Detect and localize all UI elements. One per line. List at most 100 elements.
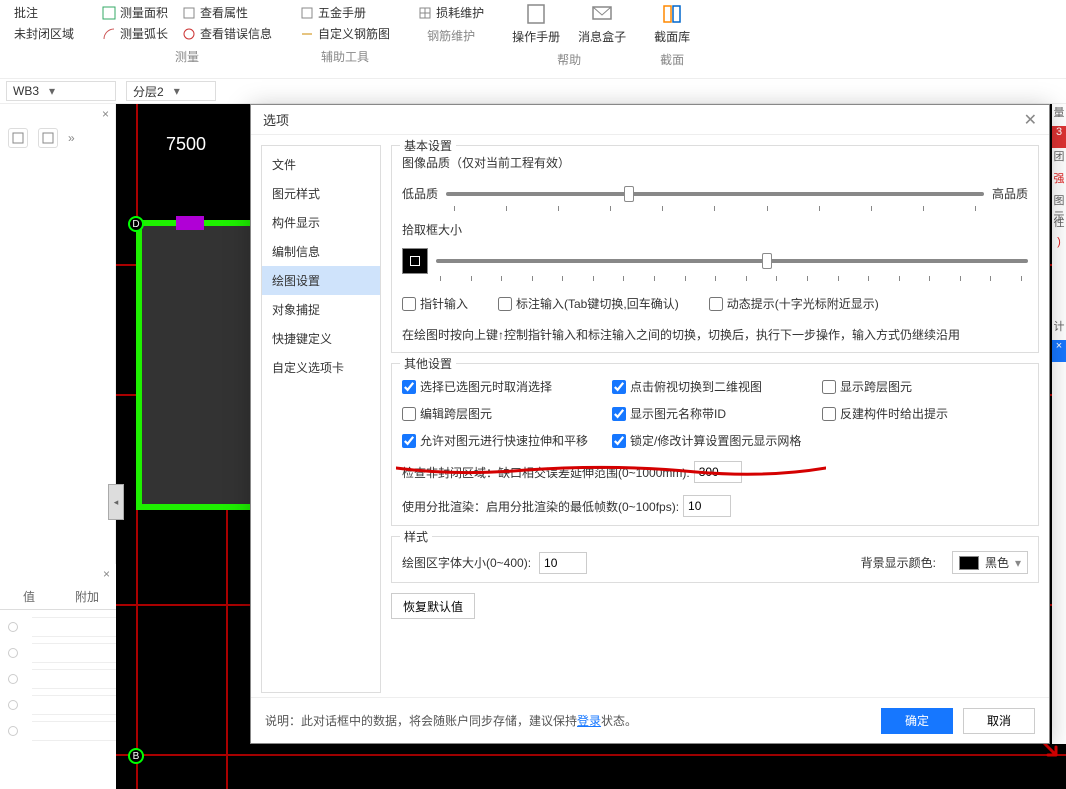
ribbon-annotate[interactable]: 批注: [14, 4, 74, 21]
ribbon-group-help: 帮助: [557, 51, 581, 68]
chevron-down-icon: ▾: [1015, 556, 1021, 570]
rebar-icon: [300, 27, 314, 41]
reset-defaults-button[interactable]: 恢复默认值: [391, 593, 475, 619]
ribbon-section-lib[interactable]: 截面库: [654, 2, 690, 45]
ok-button[interactable]: 确定: [881, 708, 953, 734]
cancel-button[interactable]: 取消: [963, 708, 1035, 734]
other-settings-panel: 其他设置 选择已选图元时取消选择 点击俯视切换到二维视图 显示跨层图元 编辑跨层…: [391, 363, 1039, 526]
value-input-1[interactable]: [32, 617, 116, 637]
sidebar-item-compile-info[interactable]: 编制信息: [262, 237, 380, 266]
tab-additional[interactable]: 附加: [58, 584, 116, 609]
pick-slider[interactable]: [436, 259, 1028, 263]
manual-icon: [524, 2, 548, 26]
radio-1[interactable]: [8, 622, 18, 632]
chk-anno-input[interactable]: 标注输入(Tab键切换,回车确认): [498, 295, 679, 312]
value-input-2[interactable]: [32, 643, 116, 663]
chk-show-crossfloor[interactable]: 显示跨层图元: [822, 378, 1028, 395]
quality-slider[interactable]: [446, 192, 984, 196]
chevron-down-icon: ▾: [49, 84, 55, 98]
chk-dynamic-hint[interactable]: 动态提示(十字光标附近显示): [709, 295, 879, 312]
radio-5[interactable]: [8, 726, 18, 736]
sidebar-item-object-snap[interactable]: 对象捕捉: [262, 295, 380, 324]
ribbon-loss-maintain[interactable]: 损耗维护: [418, 4, 484, 21]
dialog-hint: 说明：此对话框中的数据，将会随账户同步存储，建议保持登录状态。: [265, 712, 637, 729]
bg-color-label: 背景显示颜色:: [861, 554, 936, 571]
radio-3[interactable]: [8, 674, 18, 684]
ribbon-measure-arc[interactable]: 测量弧长: [102, 25, 168, 42]
value-input-4[interactable]: [32, 695, 116, 715]
unclosed-range-label: 检查非封闭区域：缺口相交误差延伸范围(0~1000mm):: [402, 464, 690, 481]
radio-4[interactable]: [8, 700, 18, 710]
node-d[interactable]: D: [128, 216, 144, 232]
ribbon-hardware-manual[interactable]: 五金手册: [300, 4, 390, 21]
ribbon-group-tool: 辅助工具: [321, 48, 369, 65]
ribbon-manual[interactable]: 操作手册: [512, 2, 560, 45]
panel-legend-style: 样式: [400, 528, 432, 545]
type-select[interactable]: WB3▾: [6, 81, 116, 101]
panel-legend-other: 其他设置: [400, 355, 456, 372]
login-link[interactable]: 登录: [577, 714, 601, 728]
sidebar-item-draw-settings[interactable]: 绘图设置: [262, 266, 380, 295]
chk-fast-stretch[interactable]: 允许对图元进行快速拉伸和平移: [402, 432, 612, 449]
pick-slider-handle[interactable]: [762, 253, 772, 269]
dialog-sidebar: 文件 图元样式 构件显示 编制信息 绘图设置 对象捕捉 快捷键定义 自定义选项卡: [261, 145, 381, 693]
left-panel-top: × »: [0, 104, 116, 564]
style-panel: 样式 绘图区字体大小(0~400): 背景显示颜色: 黑色 ▾: [391, 536, 1039, 583]
right-strip: 量 3 团 强 图示 往 ) 计 ×: [1052, 104, 1066, 744]
sidebar-item-file[interactable]: 文件: [262, 150, 380, 179]
basic-settings-panel: 基本设置 图像品质（仅对当前工程有效） 低品质 高品质 拾取框大小: [391, 145, 1039, 353]
book-icon: [300, 6, 314, 20]
sidebar-item-component-display[interactable]: 构件显示: [262, 208, 380, 237]
chk-show-id[interactable]: 显示图元名称带ID: [612, 405, 822, 422]
close-icon[interactable]: ×: [103, 567, 110, 581]
attr-icon: [182, 6, 196, 20]
quality-slider-handle[interactable]: [624, 186, 634, 202]
basic-note: 在绘图时按向上键↑控制指针输入和标注输入之间的切换，切换后，执行下一步操作，输入…: [402, 326, 1028, 344]
chk-edit-crossfloor[interactable]: 编辑跨层图元: [402, 405, 612, 422]
quality-low-label: 低品质: [402, 185, 438, 202]
batch-render-label: 使用分批渲染：启用分批渲染的最低帧数(0~100fps):: [402, 498, 679, 515]
chk-rebuild-hint[interactable]: 反建构件时给出提示: [822, 405, 1028, 422]
ribbon-view-attr[interactable]: 查看属性: [182, 4, 272, 21]
area-icon: [102, 6, 116, 20]
dimension-label: 7500: [166, 134, 206, 155]
tool-box-2[interactable]: [38, 128, 58, 148]
close-icon[interactable]: ✕: [1024, 110, 1037, 130]
unclosed-range-input[interactable]: [694, 461, 742, 483]
sidebar-item-custom-tab[interactable]: 自定义选项卡: [262, 353, 380, 382]
quality-label: 图像品质（仅对当前工程有效）: [402, 154, 1028, 171]
pick-size-label: 拾取框大小: [402, 221, 1028, 238]
quality-high-label: 高品质: [992, 185, 1028, 202]
floor-select[interactable]: 分层2▾: [126, 81, 216, 101]
ribbon: 批注 未封闭区域 测量面积 测量弧长 查看属性 查看错误信息 测量 五金手册 自…: [0, 0, 1066, 78]
close-icon[interactable]: ×: [102, 107, 109, 121]
pickbox-preview: [402, 248, 428, 274]
ribbon-custom-rebar[interactable]: 自定义钢筋图: [300, 25, 390, 42]
bg-color-select[interactable]: 黑色 ▾: [952, 551, 1028, 574]
section-icon: [660, 2, 684, 26]
chk-deselect[interactable]: 选择已选图元时取消选择: [402, 378, 612, 395]
chk-lock-grid[interactable]: 锁定/修改计算设置图元显示网格: [612, 432, 1028, 449]
ribbon-view-error[interactable]: 查看错误信息: [182, 25, 272, 42]
batch-fps-input[interactable]: [683, 495, 731, 517]
radio-2[interactable]: [8, 648, 18, 658]
ribbon-msgbox[interactable]: 消息盒子: [578, 2, 626, 45]
chk-top-to-2d[interactable]: 点击俯视切换到二维视图: [612, 378, 822, 395]
tab-value[interactable]: 值: [0, 584, 58, 609]
node-b[interactable]: B: [128, 748, 144, 764]
font-size-input[interactable]: [539, 552, 587, 574]
msgbox-icon: [590, 2, 614, 26]
value-input-5[interactable]: [32, 721, 116, 741]
value-input-3[interactable]: [32, 669, 116, 689]
selector-row: WB3▾ 分层2▾: [0, 78, 1066, 104]
chk-pointer-input[interactable]: 指针输入: [402, 295, 468, 312]
ribbon-unclosed-region[interactable]: 未封闭区域: [14, 25, 74, 42]
sidebar-item-shortcut[interactable]: 快捷键定义: [262, 324, 380, 353]
tool-box-1[interactable]: [8, 128, 28, 148]
sidebar-item-element-style[interactable]: 图元样式: [262, 179, 380, 208]
more-icon[interactable]: »: [68, 131, 75, 145]
ribbon-group-rebar: 钢筋维护: [427, 27, 475, 44]
ribbon-measure-area[interactable]: 测量面积: [102, 4, 168, 21]
element-purple[interactable]: [176, 216, 204, 230]
collapse-handle[interactable]: ◂: [108, 484, 124, 520]
